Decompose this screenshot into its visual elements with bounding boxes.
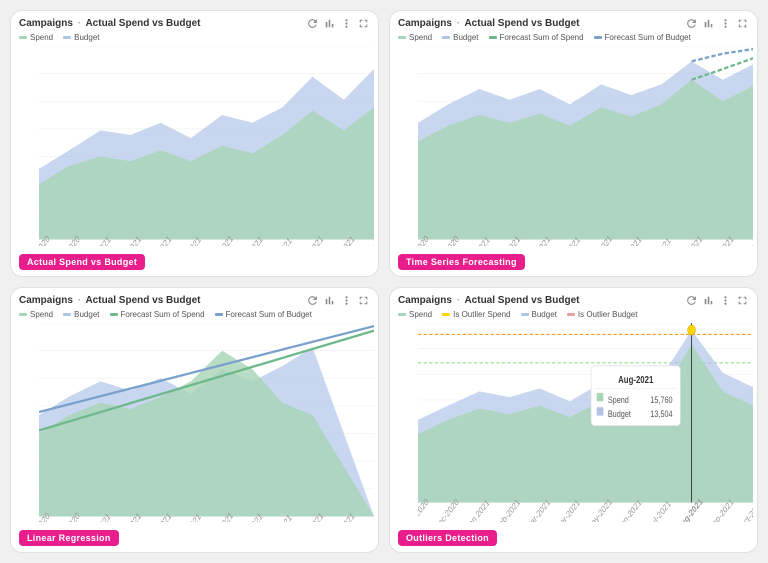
footer-badge-3: Linear Regression [19,530,119,546]
card-title-1: Campaigns · Actual Spend vs Budget [19,18,200,29]
legend-forecast-spend: Forecast Sum of Spend [489,33,584,42]
legend-3: Spend Budget Forecast Sum of Spend Forec… [11,309,378,321]
main-grid: Campaigns · Actual Spend vs Budget Spend… [0,0,768,563]
barchart-icon-3[interactable] [323,294,336,307]
chart-svg-3: 0 2,000 4,000 6,000 8,000 10,000 12,000 … [39,323,374,523]
legend-spend-1: Spend [19,33,53,42]
legend-budget-3: Budget [63,310,99,319]
card-header-2: Campaigns · Actual Spend vs Budget [390,11,757,32]
footer-badge-1: Actual Spend vs Budget [19,254,145,270]
card-time-series: Campaigns · Actual Spend vs Budget Spend… [389,10,758,277]
legend-4: Spend Is Outlier Spend Budget Is Outlier… [390,309,757,321]
legend-spend-2: Spend [398,33,432,42]
card-footer-1: Actual Spend vs Budget [11,248,378,276]
chart-area-1: 0 2,000 4,000 6,000 8,000 10,000 12,000 … [11,44,378,248]
expand-icon-4[interactable] [736,294,749,307]
more-icon[interactable] [340,17,353,30]
title-text-2: Campaigns [398,18,452,29]
card-icons-3 [306,294,370,307]
chart-svg-2: 0 2,000 4,000 6,000 8,000 10,000 12,000 … [418,46,753,246]
more-icon-4[interactable] [719,294,732,307]
card-outliers: Campaigns · Actual Spend vs Budget Spend… [389,287,758,554]
subtitle-text-3: Actual Spend vs Budget [85,295,200,306]
expand-icon-2[interactable] [736,17,749,30]
legend-forecast-budget: Forecast Sum of Budget [594,33,691,42]
subtitle-text-1: Actual Spend vs Budget [85,18,200,29]
refresh-icon[interactable] [306,17,319,30]
card-header-3: Campaigns · Actual Spend vs Budget [11,288,378,309]
legend-spend-3: Spend [19,310,53,319]
footer-badge-2: Time Series Forecasting [398,254,525,270]
legend-outlier-spend: Is Outlier Spend [442,310,510,319]
card-icons-2 [685,17,749,30]
svg-text:Spend: Spend [608,393,629,404]
refresh-icon-3[interactable] [306,294,319,307]
legend-budget-2: Budget [442,33,478,42]
legend-spend-4: Spend [398,310,432,319]
card-title-3: Campaigns · Actual Spend vs Budget [19,295,200,306]
barchart-icon[interactable] [323,17,336,30]
card-footer-2: Time Series Forecasting [390,248,757,276]
legend-2: Spend Budget Forecast Sum of Spend Forec… [390,32,757,44]
svg-text:Budget: Budget [608,408,632,419]
chart-svg-1: 0 2,000 4,000 6,000 8,000 10,000 12,000 … [39,46,374,246]
legend-1: Spend Budget [11,32,378,44]
legend-forecast-budget-3: Forecast Sum of Budget [215,310,312,319]
card-linear-reg: Campaigns · Actual Spend vs Budget Spend… [10,287,379,554]
subtitle-text-4: Actual Spend vs Budget [464,295,579,306]
footer-badge-4: Outliers Detection [398,530,497,546]
card-header-4: Campaigns · Actual Spend vs Budget [390,288,757,309]
card-header-1: Campaigns · Actual Spend vs Budget [11,11,378,32]
svg-text:15,760: 15,760 [650,393,673,404]
card-icons-4 [685,294,749,307]
card-icons-1 [306,17,370,30]
barchart-icon-2[interactable] [702,17,715,30]
legend-forecast-spend-3: Forecast Sum of Spend [110,310,205,319]
title-text-3: Campaigns [19,295,73,306]
card-footer-4: Outliers Detection [390,524,757,552]
card-title-2: Campaigns · Actual Spend vs Budget [398,18,579,29]
card-actual-spend: Campaigns · Actual Spend vs Budget Spend… [10,10,379,277]
expand-icon-3[interactable] [357,294,370,307]
chart-area-2: 0 2,000 4,000 6,000 8,000 10,000 12,000 … [390,44,757,248]
barchart-icon-4[interactable] [702,294,715,307]
legend-outlier-budget: Is Outlier Budget [567,310,638,319]
more-icon-3[interactable] [340,294,353,307]
card-title-4: Campaigns · Actual Spend vs Budget [398,295,579,306]
svg-text:Aug-2021: Aug-2021 [618,373,653,384]
legend-budget-4: Budget [521,310,557,319]
title-text-4: Campaigns [398,295,452,306]
chart-area-4: Aug-2021 Spend 15,760 Budget 13,504 15,7… [390,321,757,525]
refresh-icon-4[interactable] [685,294,698,307]
expand-icon[interactable] [357,17,370,30]
title-text-1: Campaigns [19,18,73,29]
refresh-icon-2[interactable] [685,17,698,30]
subtitle-text-2: Actual Spend vs Budget [464,18,579,29]
legend-budget-1: Budget [63,33,99,42]
chart-area-3: 0 2,000 4,000 6,000 8,000 10,000 12,000 … [11,321,378,525]
chart-svg-4: Aug-2021 Spend 15,760 Budget 13,504 15,7… [418,323,753,523]
card-footer-3: Linear Regression [11,524,378,552]
more-icon-2[interactable] [719,17,732,30]
svg-text:13,504: 13,504 [650,408,673,419]
